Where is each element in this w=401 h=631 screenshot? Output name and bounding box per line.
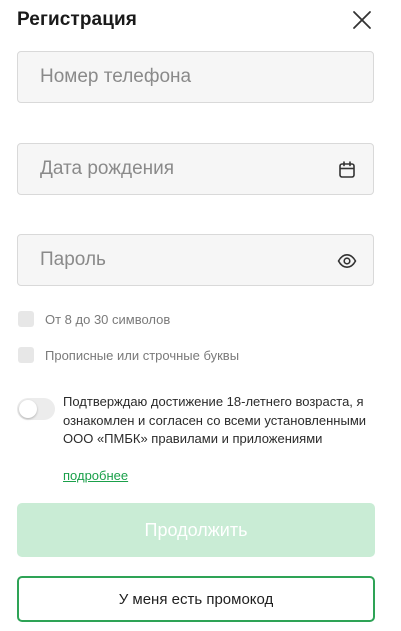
phone-field xyxy=(17,51,374,103)
password-field xyxy=(17,234,374,286)
header: Регистрация xyxy=(0,0,401,42)
password-input[interactable] xyxy=(18,235,373,285)
toggle-knob xyxy=(19,400,37,418)
rule-checkbox xyxy=(18,347,34,363)
rule-checkbox xyxy=(18,311,34,327)
show-password-button[interactable] xyxy=(336,250,358,272)
password-rule-case: Прописные или строчные буквы xyxy=(18,346,239,364)
consent-text: Подтверждаю достижение 18-летнего возрас… xyxy=(63,394,367,446)
close-icon xyxy=(353,11,371,29)
page-title: Регистрация xyxy=(17,9,137,30)
birth-date-input[interactable] xyxy=(18,144,373,194)
continue-button[interactable]: Продолжить xyxy=(17,503,375,557)
rule-label: От 8 до 30 символов xyxy=(45,311,171,327)
age-consent: Подтверждаю достижение 18-летнего возрас… xyxy=(17,393,387,488)
promo-code-button[interactable]: У меня есть промокод xyxy=(17,576,375,622)
calendar-icon xyxy=(339,161,355,178)
birth-date-field xyxy=(17,143,374,195)
phone-input[interactable] xyxy=(18,52,373,102)
password-rule-length: От 8 до 30 символов xyxy=(18,310,170,328)
rule-label: Прописные или строчные буквы xyxy=(45,347,240,363)
close-button[interactable] xyxy=(348,6,376,34)
more-details-link[interactable]: подробнее xyxy=(63,468,128,483)
consent-toggle[interactable] xyxy=(17,398,55,420)
eye-icon xyxy=(337,254,357,268)
calendar-button[interactable] xyxy=(336,159,358,181)
